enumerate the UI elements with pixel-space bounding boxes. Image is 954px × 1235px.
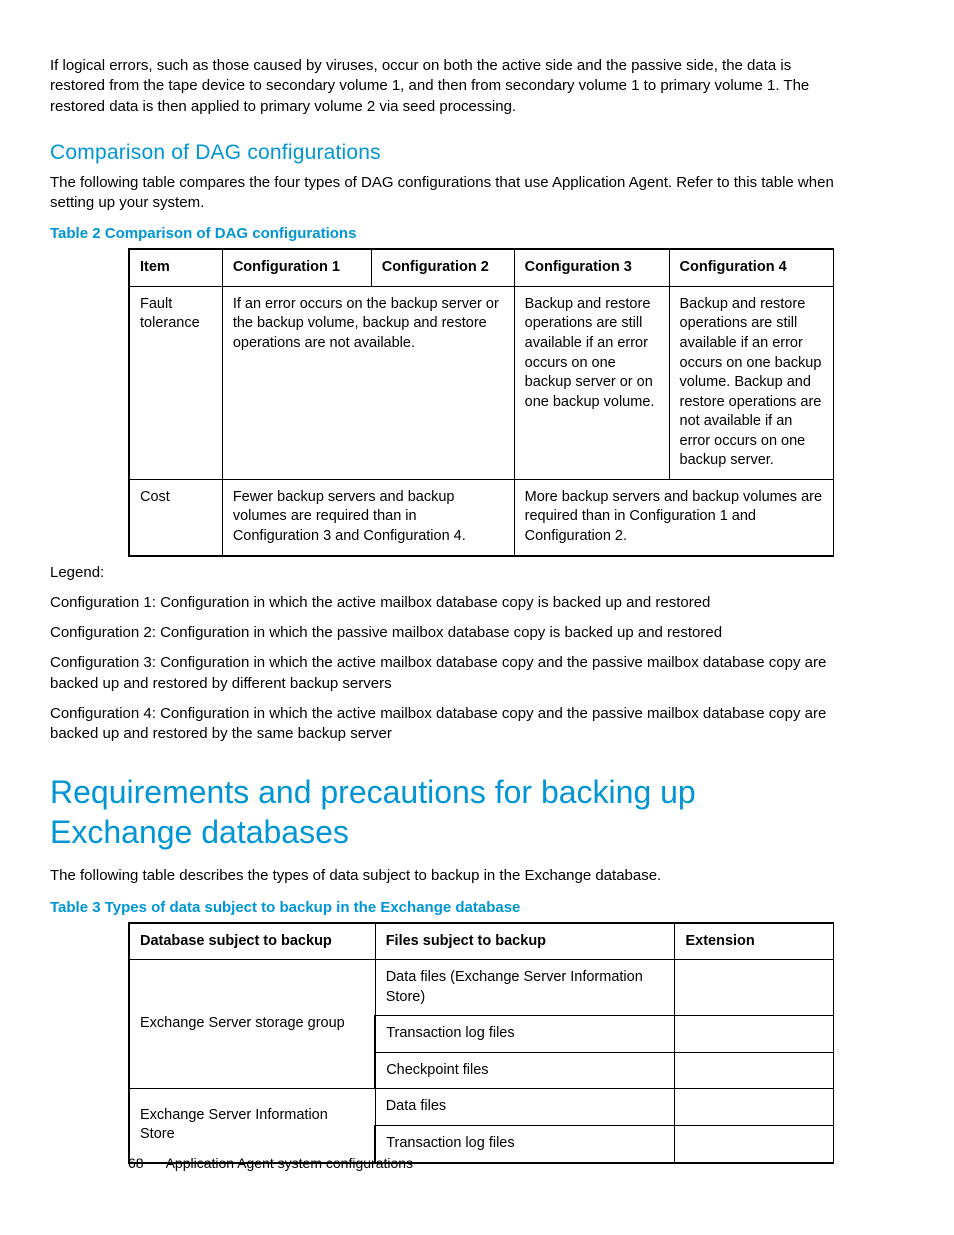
table-row: Exchange Server Information Store Data f… xyxy=(129,1089,834,1126)
intro-paragraph: If logical errors, such as those caused … xyxy=(50,56,834,117)
cell-config-1-2: Fewer backup servers and backup volumes … xyxy=(222,479,514,555)
cell-item: Fault tolerance xyxy=(129,286,222,479)
cell-ext xyxy=(675,1125,834,1162)
col-header: Database subject to backup xyxy=(129,923,375,960)
page-footer: 68 Application Agent system configuratio… xyxy=(128,1155,413,1171)
cell-config-3-4: More backup servers and backup volumes a… xyxy=(514,479,833,555)
table3-caption: Table 3 Types of data subject to backup … xyxy=(50,899,834,916)
cell-files: Transaction log files xyxy=(375,1125,675,1162)
col-header: Extension xyxy=(675,923,834,960)
cell-ext xyxy=(675,1016,834,1053)
cell-files: Checkpoint files xyxy=(375,1052,675,1089)
legend-label: Legend: xyxy=(50,563,834,583)
col-header: Configuration 1 xyxy=(222,249,371,286)
heading-requirements: Requirements and precautions for backing… xyxy=(50,772,834,852)
cell-item: Cost xyxy=(129,479,222,555)
col-header: Configuration 3 xyxy=(514,249,669,286)
cell-files: Transaction log files xyxy=(375,1016,675,1053)
heading-comparison-dag: Comparison of DAG configurations xyxy=(50,141,834,165)
col-header: Configuration 4 xyxy=(669,249,833,286)
col-header: Files subject to backup xyxy=(375,923,675,960)
legend-item: Configuration 2: Configuration in which … xyxy=(50,623,834,643)
table2-caption: Table 2 Comparison of DAG configurations xyxy=(50,225,834,242)
legend-item: Configuration 4: Configuration in which … xyxy=(50,704,834,745)
table-types-of-data: Database subject to backup Files subject… xyxy=(128,922,834,1164)
page-number: 68 xyxy=(128,1155,144,1171)
table-row: Fault tolerance If an error occurs on th… xyxy=(129,286,834,479)
cell-config-1-2: If an error occurs on the backup server … xyxy=(222,286,514,479)
cell-config-4: Backup and restore operations are still … xyxy=(669,286,833,479)
table-row: Item Configuration 1 Configuration 2 Con… xyxy=(129,249,834,286)
cell-db: Exchange Server storage group xyxy=(129,960,375,1089)
table-row: Database subject to backup Files subject… xyxy=(129,923,834,960)
section1-intro-paragraph: The following table compares the four ty… xyxy=(50,173,834,214)
table-row: Exchange Server storage group Data files… xyxy=(129,960,834,1016)
cell-db: Exchange Server Information Store xyxy=(129,1089,375,1163)
cell-ext xyxy=(675,1089,834,1126)
cell-config-3: Backup and restore operations are still … xyxy=(514,286,669,479)
col-header: Configuration 2 xyxy=(371,249,514,286)
table-comparison-dag: Item Configuration 1 Configuration 2 Con… xyxy=(128,248,834,556)
cell-files: Data files xyxy=(375,1089,675,1126)
footer-title: Application Agent system configurations xyxy=(166,1155,413,1171)
section2-intro-paragraph: The following table describes the types … xyxy=(50,866,834,886)
col-header: Item xyxy=(129,249,222,286)
table-row: Cost Fewer backup servers and backup vol… xyxy=(129,479,834,555)
cell-files: Data files (Exchange Server Information … xyxy=(375,960,675,1016)
legend-item: Configuration 3: Configuration in which … xyxy=(50,653,834,694)
legend-item: Configuration 1: Configuration in which … xyxy=(50,593,834,613)
cell-ext xyxy=(675,1052,834,1089)
cell-ext xyxy=(675,960,834,1016)
